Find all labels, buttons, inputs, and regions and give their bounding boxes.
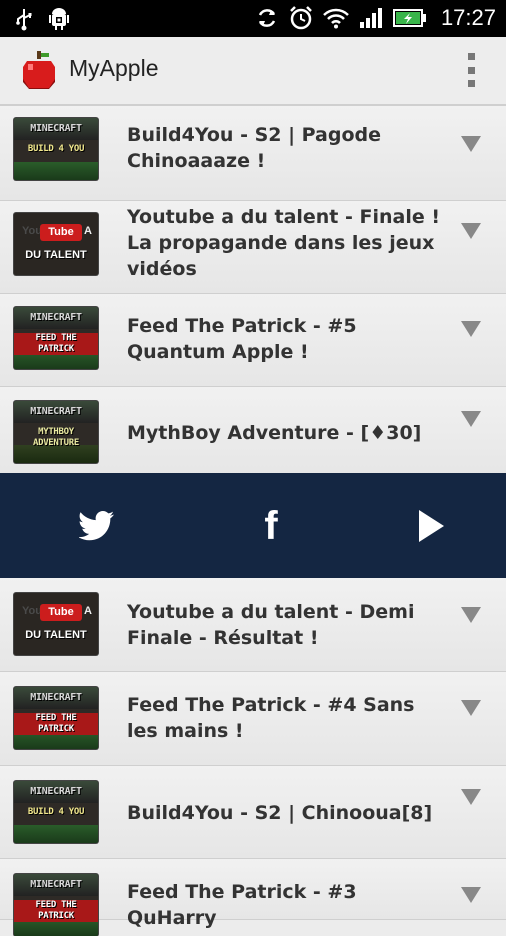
- video-title: Youtube a du talent - Demi Finale - Résu…: [127, 601, 415, 649]
- video-thumbnail: You Tube A DU TALENT: [14, 213, 98, 275]
- clock: 17:27: [440, 5, 496, 30]
- android-debug-icon: [49, 8, 69, 30]
- video-list: MINECRAFT BUILD 4 YOU Build4You - S2 | P…: [0, 106, 506, 479]
- twitter-button[interactable]: [60, 473, 134, 578]
- video-list-item[interactable]: MINECRAFT MYTHBOY ADVENTURE MythBoy Adve…: [0, 387, 506, 479]
- signal-icon: [359, 8, 382, 28]
- video-thumbnail: MINECRAFT FEED THE PATRICK: [14, 687, 98, 749]
- wifi-icon: [323, 8, 349, 29]
- video-thumbnail: You Tube A DU TALENT: [14, 593, 98, 655]
- video-list-item[interactable]: MINECRAFT BUILD 4 YOU Build4You - S2 | C…: [0, 766, 506, 859]
- video-thumbnail: MINECRAFT MYTHBOY ADVENTURE: [14, 401, 98, 463]
- chevron-down-icon[interactable]: [461, 411, 481, 427]
- chevron-down-icon[interactable]: [461, 607, 481, 623]
- video-title: Feed The Patrick - #5 Quantum Apple !: [127, 315, 357, 363]
- video-title: Feed The Patrick - #3 QuHarry: [127, 881, 357, 929]
- app-title: MyApple: [69, 55, 159, 81]
- video-thumbnail: MINECRAFT BUILD 4 YOU: [14, 118, 98, 180]
- play-icon: [419, 509, 444, 542]
- social-share-bar: f: [0, 473, 506, 578]
- video-list-item[interactable]: MINECRAFT FEED THE PATRICK Feed The Patr…: [0, 294, 506, 387]
- facebook-icon: f: [264, 503, 278, 548]
- video-list-item[interactable]: MINECRAFT BUILD 4 YOU Build4You - S2 | P…: [0, 106, 506, 201]
- video-list-continued: You Tube A DU TALENT Youtube a du talent…: [0, 578, 506, 936]
- chevron-down-icon[interactable]: [461, 700, 481, 716]
- chevron-down-icon[interactable]: [461, 223, 481, 239]
- video-title: MythBoy Adventure - [♦30]: [127, 422, 422, 444]
- sync-icon: [258, 9, 276, 27]
- video-title: Build4You - S2 | Pagode Chinoaaaze !: [127, 124, 382, 172]
- battery-charging-icon: [392, 9, 426, 27]
- chevron-down-icon[interactable]: [461, 136, 481, 152]
- video-thumbnail: MINECRAFT FEED THE PATRICK: [14, 874, 98, 936]
- apple-icon[interactable]: [22, 51, 56, 89]
- video-list-item[interactable]: MINECRAFT FEED THE PATRICK Feed The Patr…: [0, 672, 506, 766]
- chevron-down-icon[interactable]: [461, 887, 481, 903]
- chevron-down-icon[interactable]: [461, 321, 481, 337]
- action-bar: MyApple: [0, 37, 506, 106]
- video-title: Build4You - S2 | Chinooua[8]: [127, 802, 433, 824]
- alarm-icon: [290, 6, 312, 30]
- video-list-item[interactable]: You Tube A DU TALENT Youtube a du talent…: [0, 201, 506, 294]
- chevron-down-icon[interactable]: [461, 789, 481, 805]
- video-title: Feed The Patrick - #4 Sans les mains !: [127, 694, 415, 742]
- overflow-menu-icon[interactable]: [466, 53, 476, 87]
- usb-icon: [16, 9, 32, 31]
- twitter-icon: [79, 510, 114, 540]
- video-list-item[interactable]: MINECRAFT FEED THE PATRICK Feed The Patr…: [0, 859, 506, 936]
- facebook-button[interactable]: f: [236, 473, 306, 578]
- status-bar: 17:27: [0, 0, 506, 37]
- video-list-item[interactable]: You Tube A DU TALENT Youtube a du talent…: [0, 578, 506, 672]
- video-title: Youtube a du talent - Finale ! La propag…: [127, 206, 441, 280]
- video-thumbnail: MINECRAFT FEED THE PATRICK: [14, 307, 98, 369]
- video-thumbnail: MINECRAFT BUILD 4 YOU: [14, 781, 98, 843]
- youtube-play-button[interactable]: [396, 473, 466, 578]
